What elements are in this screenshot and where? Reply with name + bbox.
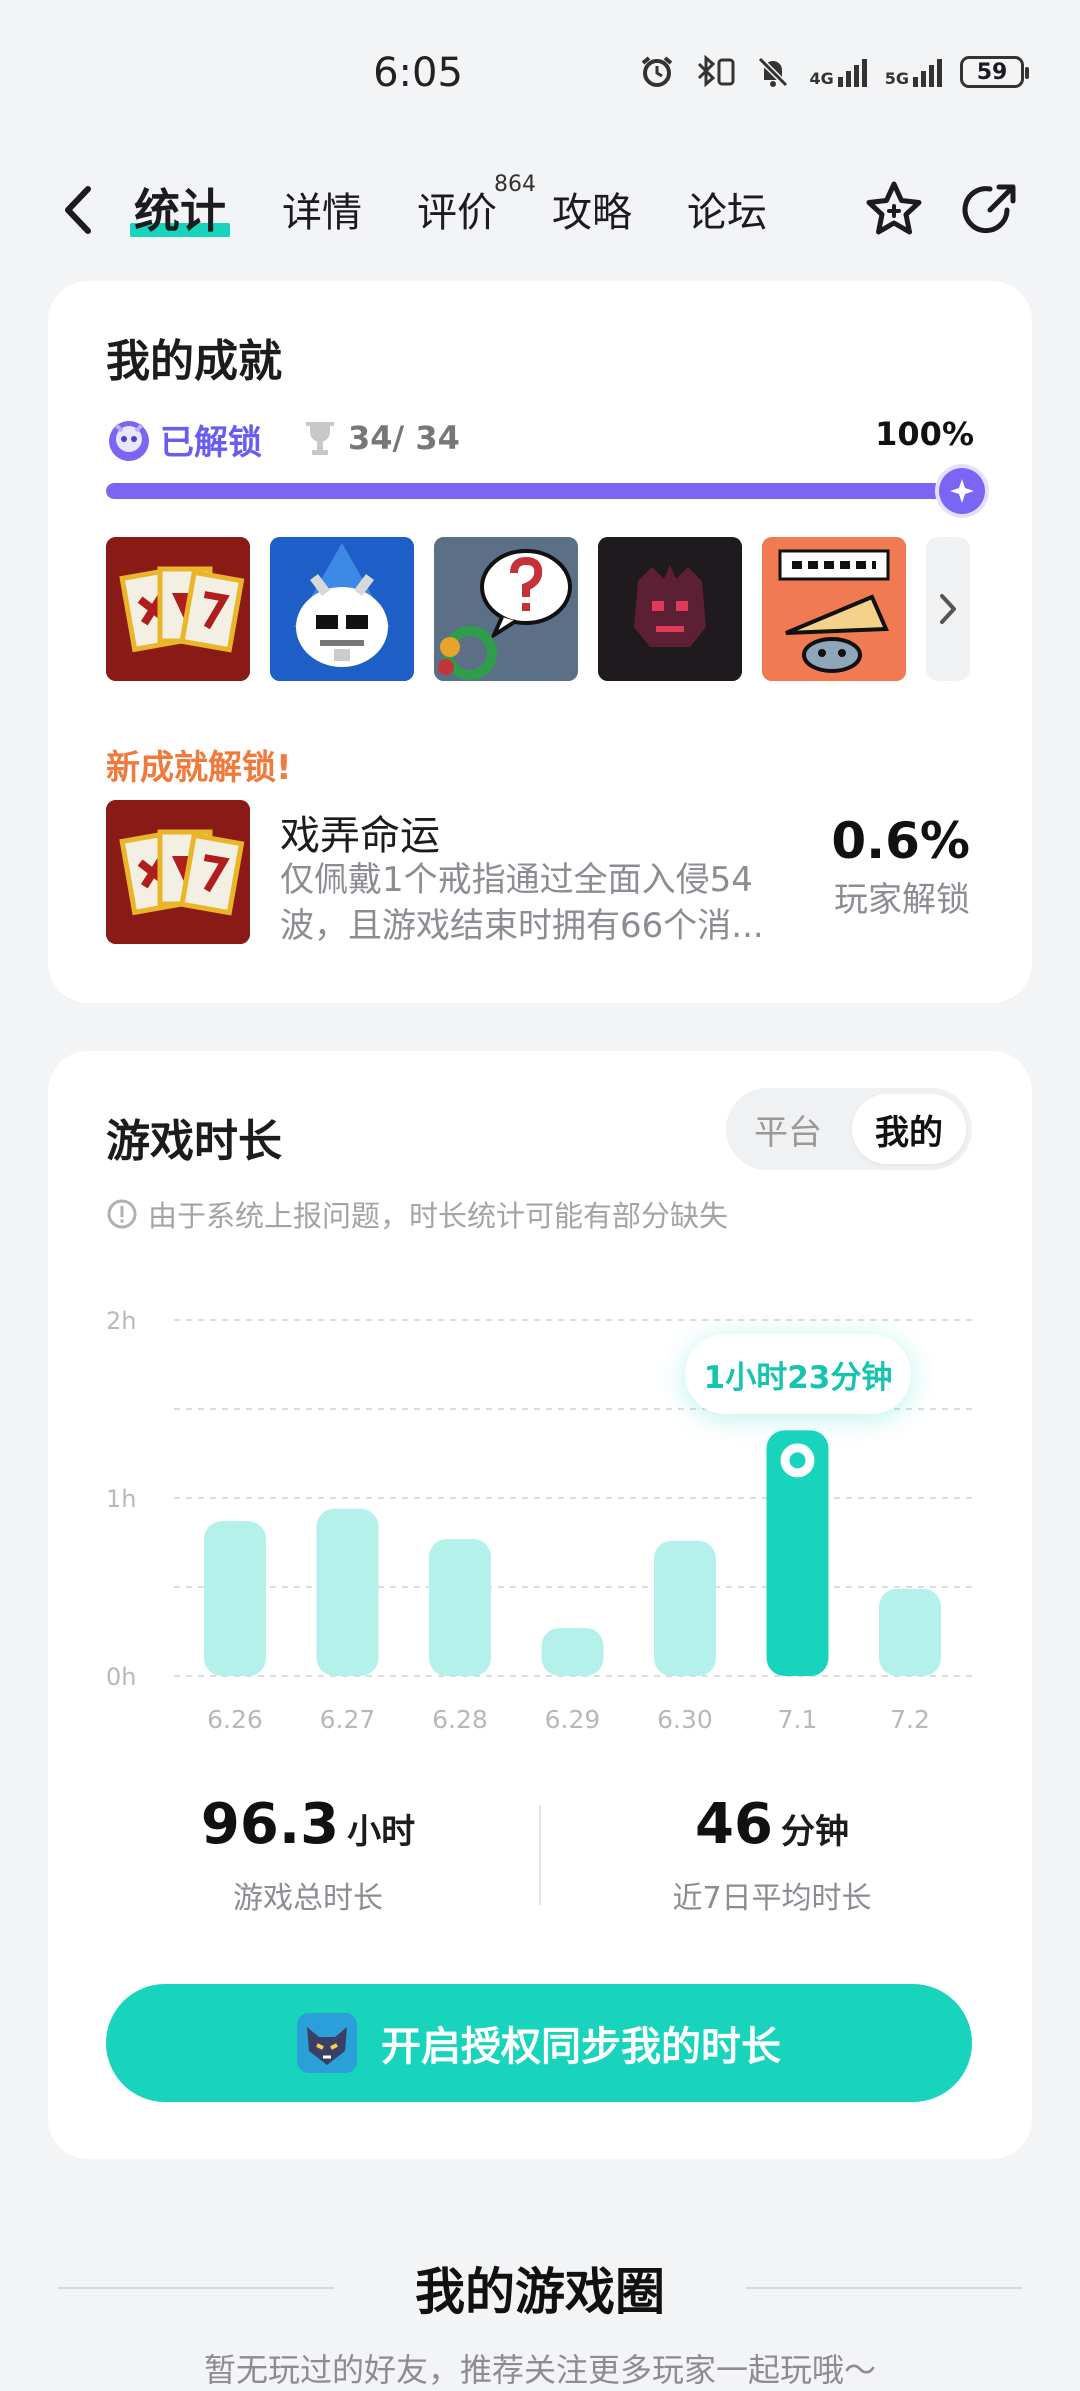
sparkle-icon bbox=[950, 479, 974, 503]
latest-achievement-thumb[interactable] bbox=[106, 800, 250, 944]
trophy-status: 34/ 34 bbox=[304, 418, 460, 458]
sync-playtime-label: 开启授权同步我的时长 bbox=[381, 2024, 781, 2070]
game-circle-title: 我的游戏圈 bbox=[415, 2263, 665, 2321]
y-tick-label: 1h bbox=[106, 1485, 136, 1513]
y-tick-label: 0h bbox=[106, 1663, 136, 1691]
total-playtime-unit: 小时 bbox=[347, 1812, 416, 1852]
y-tick-label: 2h bbox=[106, 1307, 136, 1335]
toggle-mine[interactable]: 我的 bbox=[852, 1094, 966, 1164]
tab-stats-label: 统计 bbox=[134, 184, 226, 238]
battery-indicator: 59 bbox=[960, 56, 1029, 88]
cards-icon bbox=[106, 537, 250, 681]
average-playtime-label: 近7日平均时长 bbox=[672, 1881, 872, 1916]
x-tick-label: 6.30 bbox=[657, 1705, 713, 1734]
chart-bar-6.28[interactable] bbox=[429, 1538, 491, 1676]
more-achievements-button[interactable] bbox=[926, 537, 970, 681]
x-tick-label: 6.26 bbox=[207, 1705, 263, 1734]
latest-achievement-name: 戏弄命运 bbox=[280, 813, 440, 859]
skull-wizard-icon bbox=[270, 537, 414, 681]
sync-playtime-button[interactable]: 开启授权同步我的时长 bbox=[106, 1984, 972, 2102]
bluetooth-vibrate-icon bbox=[698, 54, 735, 88]
average-playtime: 46 分钟 bbox=[570, 1792, 974, 1857]
playtime-title: 游戏时长 bbox=[106, 1116, 282, 1167]
achievement-percent: 100% bbox=[875, 415, 974, 453]
share-icon bbox=[962, 184, 1016, 234]
trophy-icon bbox=[306, 422, 334, 455]
x-tick-label: 6.29 bbox=[545, 1705, 601, 1734]
chevron-right-icon bbox=[940, 594, 956, 624]
signal-5g-label: 5G bbox=[884, 69, 909, 88]
signal-4g-label: 4G bbox=[809, 69, 834, 88]
achievement-thumb-1[interactable] bbox=[106, 537, 250, 681]
new-unlock-label: 新成就解锁! bbox=[106, 748, 292, 788]
highlight-marker-dot bbox=[789, 1452, 806, 1469]
tab-stats[interactable]: 统计 bbox=[130, 175, 230, 241]
toggle-platform[interactable]: 平台 bbox=[732, 1094, 844, 1164]
stats-divider bbox=[539, 1805, 541, 1905]
share-button[interactable] bbox=[958, 178, 1022, 242]
tab-reviews-label: 评价 bbox=[417, 190, 497, 236]
achievement-thumb-2[interactable] bbox=[270, 537, 414, 681]
x-tick-label: 6.28 bbox=[432, 1705, 488, 1734]
tab-forum-label: 论坛 bbox=[687, 190, 767, 236]
reviews-count-badge: 864 bbox=[494, 172, 536, 197]
achievement-progress-fill bbox=[106, 483, 970, 499]
achievement-thumb-4[interactable] bbox=[598, 537, 742, 681]
tab-details[interactable]: 详情 bbox=[282, 180, 362, 238]
favorite-button[interactable] bbox=[862, 178, 926, 242]
signal-5g-icon: 5G bbox=[885, 57, 942, 87]
achievements-title: 我的成就 bbox=[106, 336, 282, 387]
average-playtime-value: 46 bbox=[695, 1792, 773, 1857]
bonk-icon bbox=[762, 537, 906, 681]
x-tick-label: 6.27 bbox=[320, 1705, 376, 1734]
tab-guides[interactable]: 攻略 bbox=[552, 180, 632, 238]
mute-bell-icon bbox=[758, 56, 789, 88]
x-tick-label: 7.1 bbox=[778, 1705, 818, 1734]
info-icon bbox=[107, 1199, 137, 1229]
question-bubble-icon bbox=[434, 537, 578, 681]
wolf-avatar-icon bbox=[297, 2013, 357, 2073]
demon-icon bbox=[598, 537, 742, 681]
stats-notice-text: 由于系统上报问题，时长统计可能有部分缺失 bbox=[148, 1199, 729, 1233]
chart-bar-6.29[interactable] bbox=[541, 1627, 604, 1676]
achievement-progress-bar bbox=[106, 483, 970, 499]
cards-icon bbox=[106, 800, 250, 944]
chart-bar-7.2[interactable] bbox=[879, 1588, 941, 1676]
unlocked-status: 已解锁 bbox=[106, 415, 262, 464]
average-playtime-unit: 分钟 bbox=[780, 1812, 849, 1852]
star-add-icon bbox=[866, 181, 922, 235]
chart-bar-6.30[interactable] bbox=[654, 1540, 716, 1676]
latest-achievement-percent: 0.6% bbox=[831, 812, 970, 870]
chart-bar-6.26[interactable] bbox=[204, 1521, 266, 1676]
achievement-thumb-5[interactable] bbox=[762, 537, 906, 681]
total-playtime-label: 游戏总时长 bbox=[233, 1881, 383, 1916]
total-playtime: 96.3 小时 bbox=[106, 1792, 510, 1857]
tab-guides-label: 攻略 bbox=[552, 190, 632, 236]
alarm-icon bbox=[642, 56, 673, 87]
back-icon bbox=[65, 186, 91, 234]
trophy-count: 34/ 34 bbox=[348, 419, 460, 457]
tab-details-label: 详情 bbox=[282, 190, 362, 236]
achievement-mascot-icon bbox=[109, 420, 149, 461]
total-playtime-value: 96.3 bbox=[200, 1792, 340, 1857]
highlight-tooltip: 1小时23分钟 bbox=[685, 1334, 911, 1414]
latest-achievement-description: 仅佩戴1个戒指通过全面入侵54 波，且游戏结束时拥有66个消... bbox=[280, 857, 800, 949]
chart-bar-6.27[interactable] bbox=[316, 1508, 379, 1676]
x-tick-label: 7.2 bbox=[890, 1705, 930, 1734]
back-button[interactable] bbox=[52, 180, 102, 240]
latest-achievement-percent-label: 玩家解锁 bbox=[834, 880, 970, 920]
game-circle-subtitle: 暂无玩过的好友，推荐关注更多玩家一起玩哦～ bbox=[203, 2351, 876, 2389]
achievement-thumb-3[interactable] bbox=[434, 537, 578, 681]
description-line-1: 仅佩戴1个戒指通过全面入侵54 bbox=[280, 860, 753, 900]
tab-forum[interactable]: 论坛 bbox=[687, 180, 767, 238]
status-icons: 4G 5G 59 bbox=[639, 54, 1029, 90]
unlocked-label: 已解锁 bbox=[160, 423, 262, 463]
signal-4g-icon: 4G bbox=[809, 57, 867, 88]
progress-knob bbox=[939, 468, 985, 514]
stats-notice: 由于系统上报问题，时长统计可能有部分缺失 bbox=[106, 1193, 728, 1235]
description-line-2: 波，且游戏结束时拥有66个消... bbox=[280, 906, 764, 946]
tab-reviews[interactable]: 评价 bbox=[417, 180, 497, 238]
